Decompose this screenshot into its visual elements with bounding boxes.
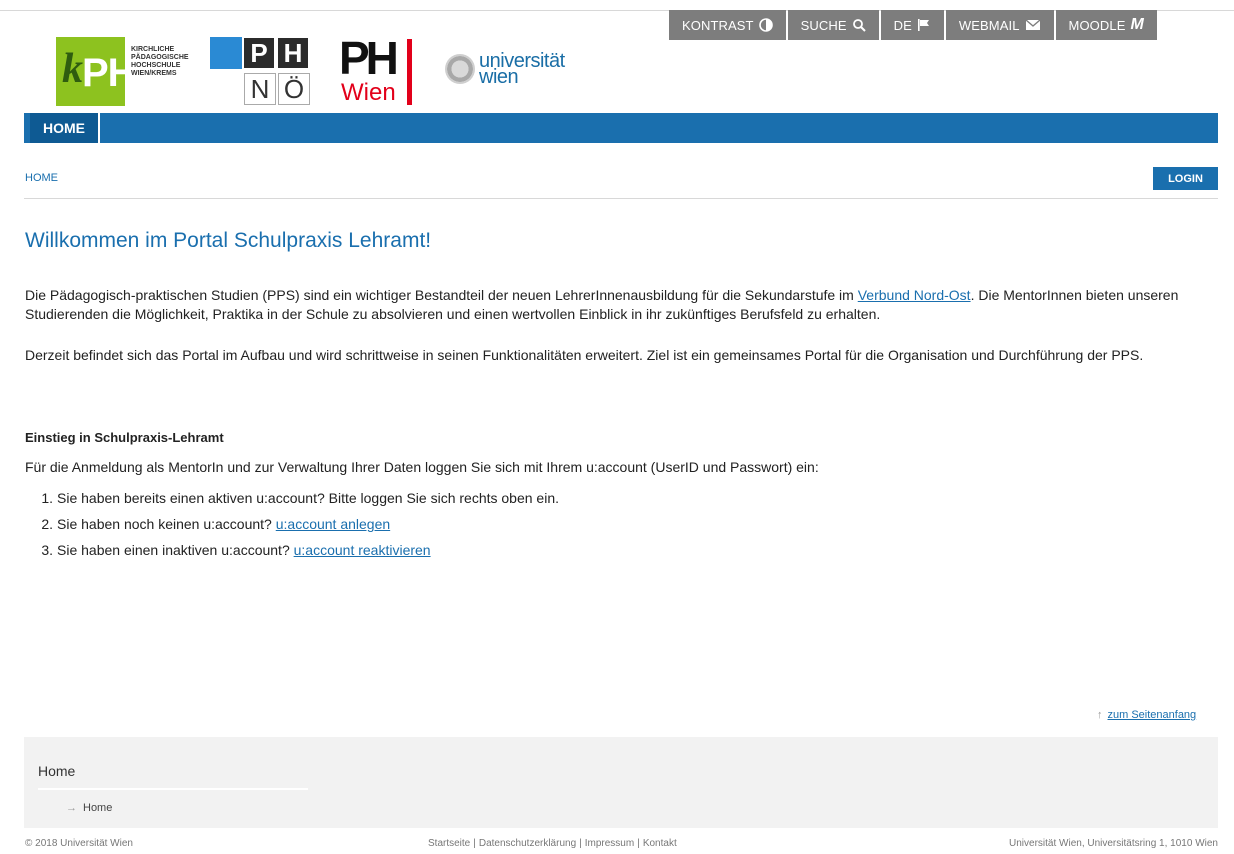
page-title: Willkommen im Portal Schulpraxis Lehramt… — [25, 229, 432, 252]
step-text: Sie haben noch keinen u:account? — [57, 516, 272, 532]
footer-home-label: Home — [83, 802, 113, 814]
arrow-up-icon: ↑ — [1097, 709, 1103, 721]
footer-link-datenschutz[interactable]: Datenschutzerklärung — [479, 838, 576, 849]
contrast-button[interactable]: KONTRAST — [669, 10, 786, 40]
nav-item-home[interactable]: HOME — [30, 113, 100, 143]
create-account-link[interactable]: u:account anlegen — [276, 514, 390, 540]
ph-wien-red-bar — [407, 39, 412, 105]
login-instructions: Für die Anmeldung als MentorIn und zur V… — [25, 459, 819, 475]
search-icon — [852, 18, 866, 32]
ph-wien-wien: Wien — [341, 79, 396, 106]
kph-text-line: WIEN/KREMS — [131, 70, 177, 77]
webmail-label: WEBMAIL — [958, 17, 1020, 33]
search-label: SUCHE — [800, 17, 847, 33]
ph-noe-n: N — [244, 73, 276, 105]
utility-bar: KONTRAST SUCHE DE WEBMAIL MOODLE m — [669, 10, 1157, 40]
footer-link-kontakt[interactable]: Kontakt — [643, 838, 677, 849]
moodle-label: MOODLE — [1068, 17, 1126, 33]
footer-link-impressum[interactable]: Impressum — [585, 838, 634, 849]
reactivate-account-link[interactable]: u:account reaktivieren — [294, 540, 431, 566]
kph-logo[interactable]: k PH — [56, 37, 137, 106]
p1-text-before: Die Pädagogisch-praktischen Studien (PPS… — [25, 287, 858, 303]
moodle-icon: m — [1130, 16, 1144, 33]
flag-icon — [917, 18, 931, 32]
envelope-icon — [1025, 19, 1041, 31]
footer-separator: | — [473, 838, 476, 849]
ph-wien-ph: PH — [339, 32, 399, 84]
footer-title: Home — [38, 763, 76, 779]
back-to-top-label: zum Seitenanfang — [1107, 709, 1197, 721]
univie-seal-icon — [445, 54, 475, 84]
footer-separator: | — [579, 838, 582, 849]
univie-wordmark: universität wien — [479, 51, 565, 87]
kph-text-line: PÄDAGOGISCHE — [131, 54, 189, 61]
copyright: © 2018 Universität Wien — [25, 838, 133, 849]
address: Universität Wien, Universitätsring 1, 10… — [1009, 838, 1218, 849]
ph-noe-blue-square — [210, 37, 242, 69]
moodle-button[interactable]: MOODLE m — [1055, 10, 1157, 40]
step-text: Sie haben einen inaktiven u:account? — [57, 542, 290, 558]
univie-logo[interactable]: universität wien — [445, 51, 565, 87]
kph-logo-text: KIRCHLICHE PÄDAGOGISCHE HOCHSCHULE WIEN/… — [131, 46, 201, 78]
header-divider — [24, 198, 1218, 199]
list-item: 1. Sie haben bereits einen aktiven u:acc… — [25, 488, 559, 514]
step-text: Sie haben bereits einen aktiven u:accoun… — [57, 490, 559, 506]
webmail-button[interactable]: WEBMAIL — [945, 10, 1054, 40]
step-number: 1. — [41, 490, 53, 506]
breadcrumb[interactable]: HOME — [25, 172, 58, 184]
contrast-label: KONTRAST — [682, 17, 754, 33]
section-title: Einstieg in Schulpraxis-Lehramt — [25, 430, 224, 445]
kph-logo-ph: PH — [82, 51, 137, 95]
footer-separator: | — [637, 838, 640, 849]
kph-logo-k: k — [62, 46, 83, 92]
language-button[interactable]: DE — [880, 10, 944, 40]
footer-home-link[interactable]: → Home — [66, 802, 112, 814]
steps-list: 1. Sie haben bereits einen aktiven u:acc… — [25, 488, 559, 566]
main-nav: HOME — [24, 113, 1218, 143]
verbund-nord-ost-link[interactable]: Verbund Nord-Ost — [858, 287, 971, 303]
kph-text-line: KIRCHLICHE — [131, 46, 175, 53]
step-number: 3. — [41, 542, 53, 558]
kph-text-line: HOCHSCHULE — [131, 62, 181, 69]
ph-noe-logo[interactable]: P H N Ö — [210, 37, 310, 105]
footer-divider — [38, 788, 308, 790]
footer-links: Startseite | Datenschutzerklärung | Impressu… — [428, 838, 677, 849]
list-item: 2. Sie haben noch keinen u:account? u:ac… — [25, 514, 559, 540]
step-number: 2. — [41, 516, 53, 532]
arrow-right-icon: → — [66, 802, 77, 814]
login-button[interactable]: LOGIN — [1153, 167, 1218, 190]
footer-link-startseite[interactable]: Startseite — [428, 838, 470, 849]
language-label: DE — [893, 17, 912, 33]
ph-noe-p: P — [244, 38, 274, 68]
ph-noe-oe: Ö — [278, 73, 310, 105]
ph-noe-h: H — [278, 38, 308, 68]
list-item: 3. Sie haben einen inaktiven u:account? … — [25, 540, 559, 566]
search-button[interactable]: SUCHE — [787, 10, 879, 40]
ph-wien-logo[interactable]: PH Wien — [339, 32, 412, 107]
footer-sitemap: Home → Home — [24, 737, 1218, 828]
back-to-top-link[interactable]: ↑ zum Seitenanfang — [1097, 709, 1196, 721]
status-paragraph: Derzeit befindet sich das Portal im Aufb… — [25, 347, 1144, 363]
contrast-icon — [758, 18, 773, 32]
intro-paragraph: Die Pädagogisch-praktischen Studien (PPS… — [25, 286, 1215, 324]
